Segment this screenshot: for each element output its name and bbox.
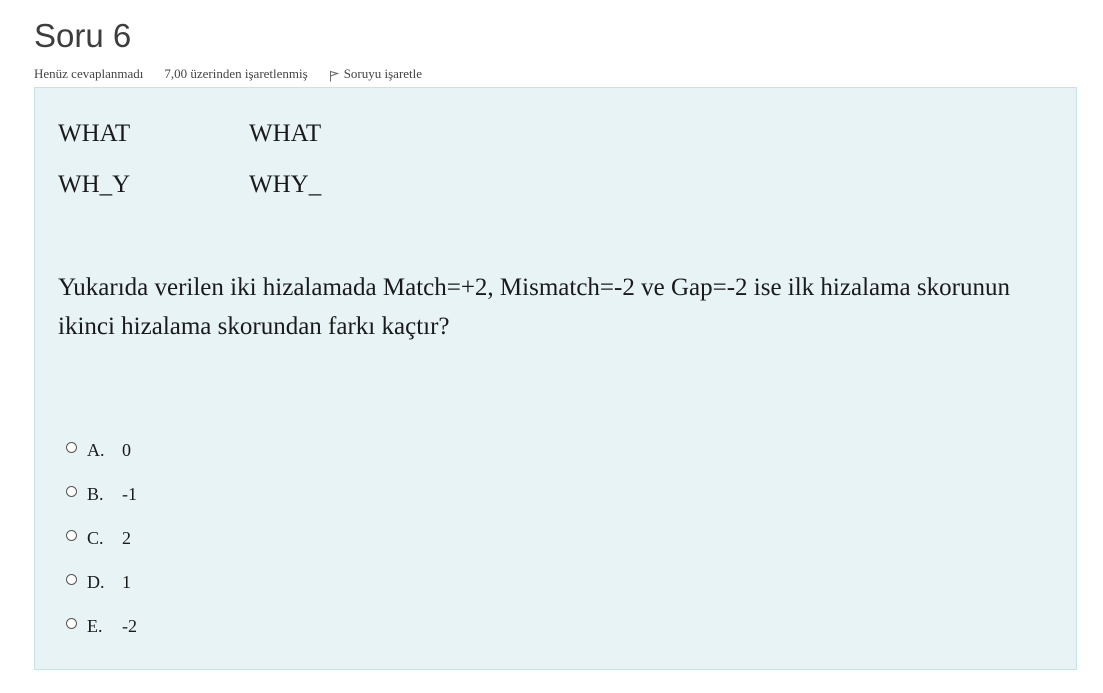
flag-question-button[interactable]: Soruyu işaretle <box>329 66 422 82</box>
answer-value: 2 <box>122 527 131 548</box>
answer-option-b[interactable]: B. -1 <box>66 482 137 506</box>
question-info: Henüz cevaplanmadı 7,00 üzerinden işaret… <box>34 65 422 83</box>
question-content: WHAT WHAT WH_Y WHY_ Yukarıda verilen iki… <box>34 87 1077 670</box>
question-text: Yukarıda verilen iki hizalamada Match=+2… <box>58 274 1010 340</box>
answer-value: -1 <box>122 483 137 504</box>
answer-value: 1 <box>122 571 131 592</box>
radio-icon[interactable] <box>66 442 77 453</box>
answer-option-d[interactable]: D. 1 <box>66 570 131 594</box>
answer-option-c[interactable]: C. 2 <box>66 526 131 550</box>
answer-value: 0 <box>122 439 131 460</box>
alignment-1-seq-1: WHAT <box>58 120 131 147</box>
alignment-2-seq-2: WHY_ <box>249 171 322 198</box>
radio-icon[interactable] <box>66 574 77 585</box>
question-state: Henüz cevaplanmadı <box>34 66 144 81</box>
alignment-1-seq-2: WH_Y <box>58 171 131 198</box>
flag-question-label: Soruyu işaretle <box>343 66 423 81</box>
alignment-2-seq-1: WHAT <box>249 120 322 147</box>
answer-letter: D. <box>87 571 105 592</box>
radio-icon[interactable] <box>66 618 77 629</box>
question-title: Soru 6 <box>34 17 132 54</box>
answer-letter: C. <box>87 527 104 548</box>
question-grade: 7,00 üzerinden işaretlenmiş <box>164 66 308 81</box>
answer-letter: E. <box>87 615 103 636</box>
answer-option-e[interactable]: E. -2 <box>66 614 137 638</box>
radio-icon[interactable] <box>66 530 77 541</box>
answer-letter: A. <box>87 439 105 460</box>
answer-letter: B. <box>87 483 104 504</box>
answer-value: -2 <box>122 615 137 636</box>
flag-icon <box>329 70 339 81</box>
radio-icon[interactable] <box>66 486 77 497</box>
answer-option-a[interactable]: A. 0 <box>66 438 131 462</box>
